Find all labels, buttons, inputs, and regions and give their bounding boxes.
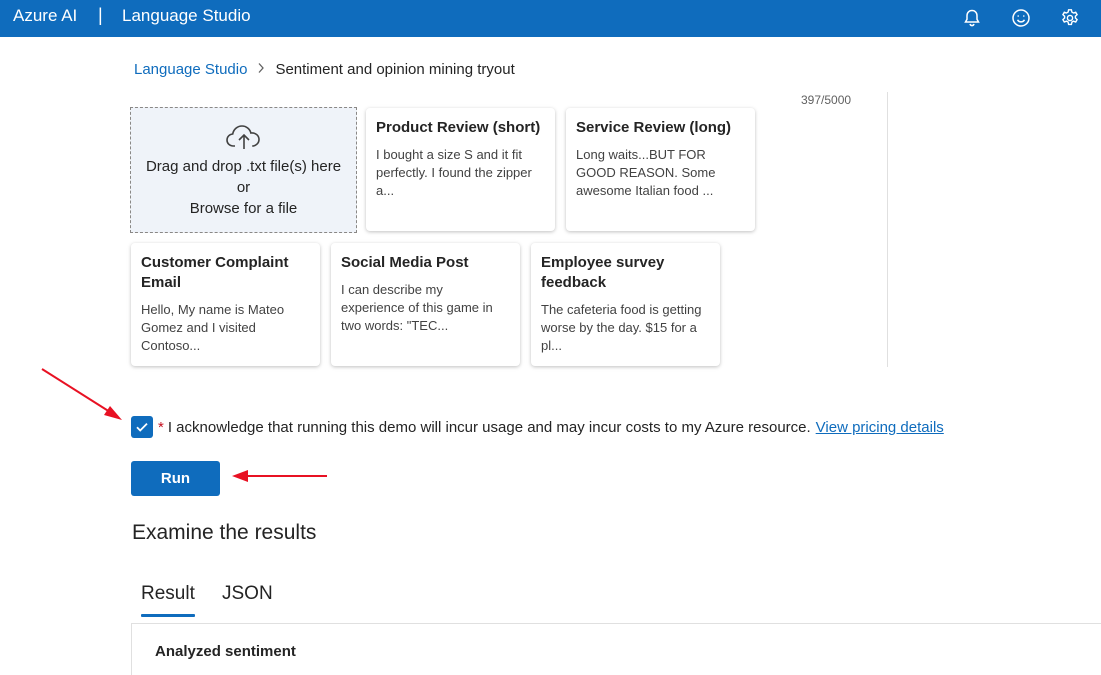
- drop-or: or: [236, 178, 251, 196]
- brand-separator: |: [98, 5, 103, 25]
- sample-card-social-media-post[interactable]: Social Media Post I can describe my expe…: [331, 243, 520, 366]
- sample-card-title: Product Review (short): [376, 119, 541, 136]
- results-heading: Examine the results: [132, 521, 317, 544]
- brand-name[interactable]: Azure AI: [13, 6, 77, 26]
- view-pricing-link[interactable]: View pricing details: [816, 419, 944, 436]
- required-marker: *: [158, 418, 164, 436]
- analyzed-sentiment-label: Analyzed sentiment: [155, 643, 296, 660]
- acknowledge-text: I acknowledge that running this demo wil…: [167, 418, 811, 436]
- sample-card-employee-survey[interactable]: Employee survey feedback The cafeteria f…: [531, 243, 720, 366]
- annotation-arrow-run-button: [232, 470, 327, 482]
- smiley-icon[interactable]: [1009, 6, 1033, 30]
- checkmark-icon: [136, 422, 148, 432]
- sample-card-title: Social Media Post: [341, 254, 469, 271]
- sample-card-service-review[interactable]: Service Review (long) Long waits...BUT F…: [566, 108, 755, 231]
- sample-card-product-review[interactable]: Product Review (short) I bought a size S…: [366, 108, 555, 231]
- sample-card-preview: I can describe my experience of this gam…: [341, 282, 493, 333]
- tab-result[interactable]: Result: [141, 583, 195, 605]
- acknowledge-row: * I acknowledge that running this demo w…: [131, 416, 944, 438]
- sample-card-preview: Long waits...BUT FOR GOOD REASON. Some a…: [576, 147, 716, 198]
- acknowledge-checkbox[interactable]: [131, 416, 153, 438]
- sample-card-customer-complaint[interactable]: Customer Complaint Email Hello, My name …: [131, 243, 320, 366]
- character-count: 397/5000: [801, 93, 852, 107]
- annotation-arrow-checkbox: [41, 368, 122, 420]
- chevron-right-icon: [257, 62, 265, 77]
- active-tab-indicator: [141, 614, 195, 617]
- breadcrumb: Language Studio Sentiment and opinion mi…: [134, 61, 515, 78]
- drop-instruction: Drag and drop .txt file(s) here: [145, 157, 342, 175]
- bell-icon[interactable]: [960, 6, 984, 30]
- run-button[interactable]: Run: [131, 461, 220, 496]
- sample-card-title: Employee survey feedback: [541, 254, 665, 291]
- sample-card-preview: The cafeteria food is getting worse by t…: [541, 302, 702, 353]
- file-drop-zone[interactable]: Drag and drop .txt file(s) here or Brows…: [130, 107, 357, 233]
- gear-icon[interactable]: [1058, 6, 1082, 30]
- breadcrumb-link-language-studio[interactable]: Language Studio: [134, 61, 247, 78]
- cloud-upload-icon: [225, 124, 260, 149]
- breadcrumb-current: Sentiment and opinion mining tryout: [275, 61, 515, 78]
- top-bar: Azure AI | Language Studio: [0, 0, 1101, 37]
- panel-divider: [887, 92, 888, 367]
- sample-card-title: Service Review (long): [576, 119, 732, 136]
- browse-file-link[interactable]: Browse for a file: [190, 198, 298, 219]
- product-name[interactable]: Language Studio: [122, 6, 251, 26]
- tab-json[interactable]: JSON: [222, 583, 273, 605]
- sample-card-preview: I bought a size S and it fit perfectly. …: [376, 147, 532, 198]
- sample-card-title: Customer Complaint Email: [141, 254, 289, 291]
- sample-card-preview: Hello, My name is Mateo Gomez and I visi…: [141, 302, 285, 353]
